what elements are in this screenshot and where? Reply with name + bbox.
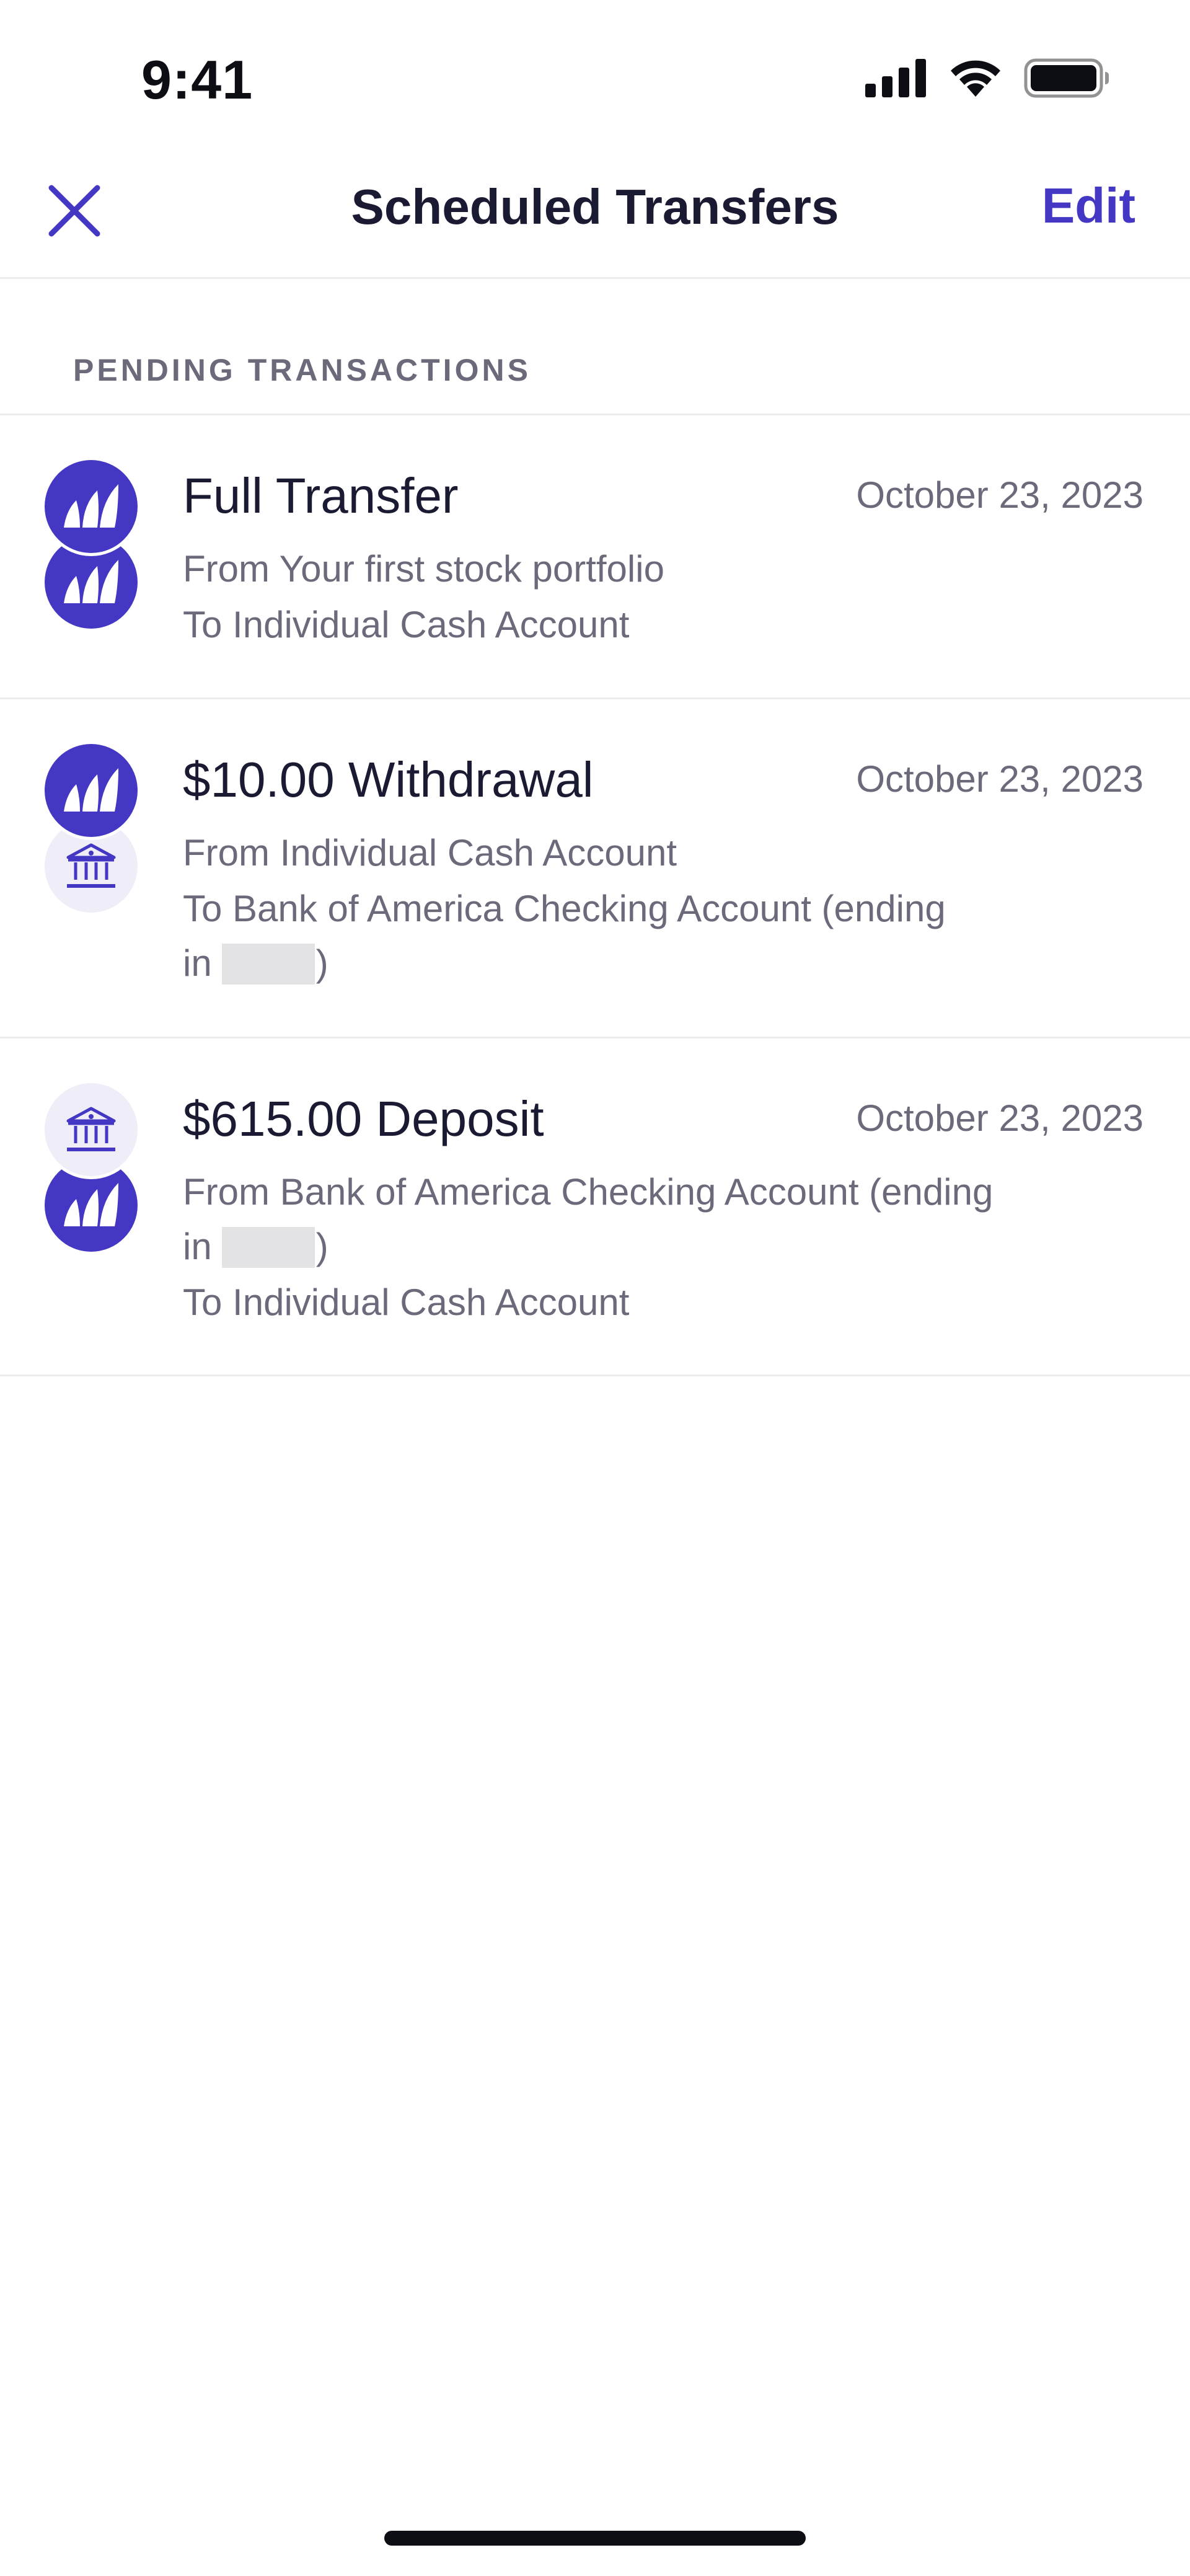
- transaction-to-continued: in): [183, 936, 328, 991]
- signal-icon: [865, 59, 926, 97]
- battery-icon: [1024, 58, 1109, 98]
- transaction-row-full-transfer[interactable]: Full Transfer October 23, 2023 From Your…: [0, 415, 1190, 699]
- account-ending-prefix: in: [183, 942, 212, 984]
- bank-icon: [45, 1083, 138, 1176]
- redacted-account-number: [221, 944, 315, 985]
- transaction-row-deposit[interactable]: $615.00 Deposit October 23, 2023 From Ba…: [0, 1038, 1190, 1376]
- brand-logo-icon: [45, 744, 138, 837]
- transaction-icons: [45, 1083, 138, 1254]
- transaction-row-withdrawal[interactable]: $10.00 Withdrawal October 23, 2023 From …: [0, 699, 1190, 1038]
- account-ending-suffix: ): [315, 1226, 328, 1267]
- transaction-icons: [45, 744, 138, 915]
- status-time: 9:41: [141, 49, 253, 110]
- brand-logo-icon: [45, 460, 138, 553]
- transaction-from: From Bank of America Checking Account (e…: [183, 1171, 994, 1213]
- transaction-from: From Your first stock portfolio: [183, 548, 664, 590]
- transaction-to: To Individual Cash Account: [183, 1281, 630, 1323]
- transaction-title: $615.00 Deposit: [183, 1091, 544, 1146]
- home-indicator[interactable]: [384, 2531, 806, 2546]
- nav-bar: Scheduled Transfers Edit: [0, 143, 1190, 279]
- transaction-icons: [45, 460, 138, 631]
- transaction-title: Full Transfer: [183, 468, 459, 523]
- account-ending-suffix: ): [315, 942, 328, 984]
- transaction-to: To Bank of America Checking Account (end…: [183, 888, 946, 929]
- account-ending-prefix: in: [183, 1226, 212, 1267]
- transaction-date: October 23, 2023: [856, 474, 1144, 516]
- wifi-icon: [951, 60, 1000, 97]
- transaction-from: From Individual Cash Account: [183, 832, 677, 874]
- page-title: Scheduled Transfers: [351, 179, 839, 234]
- transaction-to: To Individual Cash Account: [183, 604, 630, 645]
- section-title: PENDING TRANSACTIONS: [73, 353, 531, 387]
- redacted-account-number: [221, 1227, 315, 1268]
- transaction-date: October 23, 2023: [856, 1097, 1144, 1139]
- status-icons: [865, 55, 1109, 102]
- transaction-title: $10.00 Withdrawal: [183, 752, 594, 807]
- edit-button[interactable]: Edit: [1042, 177, 1135, 234]
- section-header: PENDING TRANSACTIONS: [0, 279, 1190, 415]
- transaction-date: October 23, 2023: [856, 758, 1144, 800]
- status-bar: 9:41: [0, 0, 1190, 143]
- transaction-from-continued: in): [183, 1219, 328, 1274]
